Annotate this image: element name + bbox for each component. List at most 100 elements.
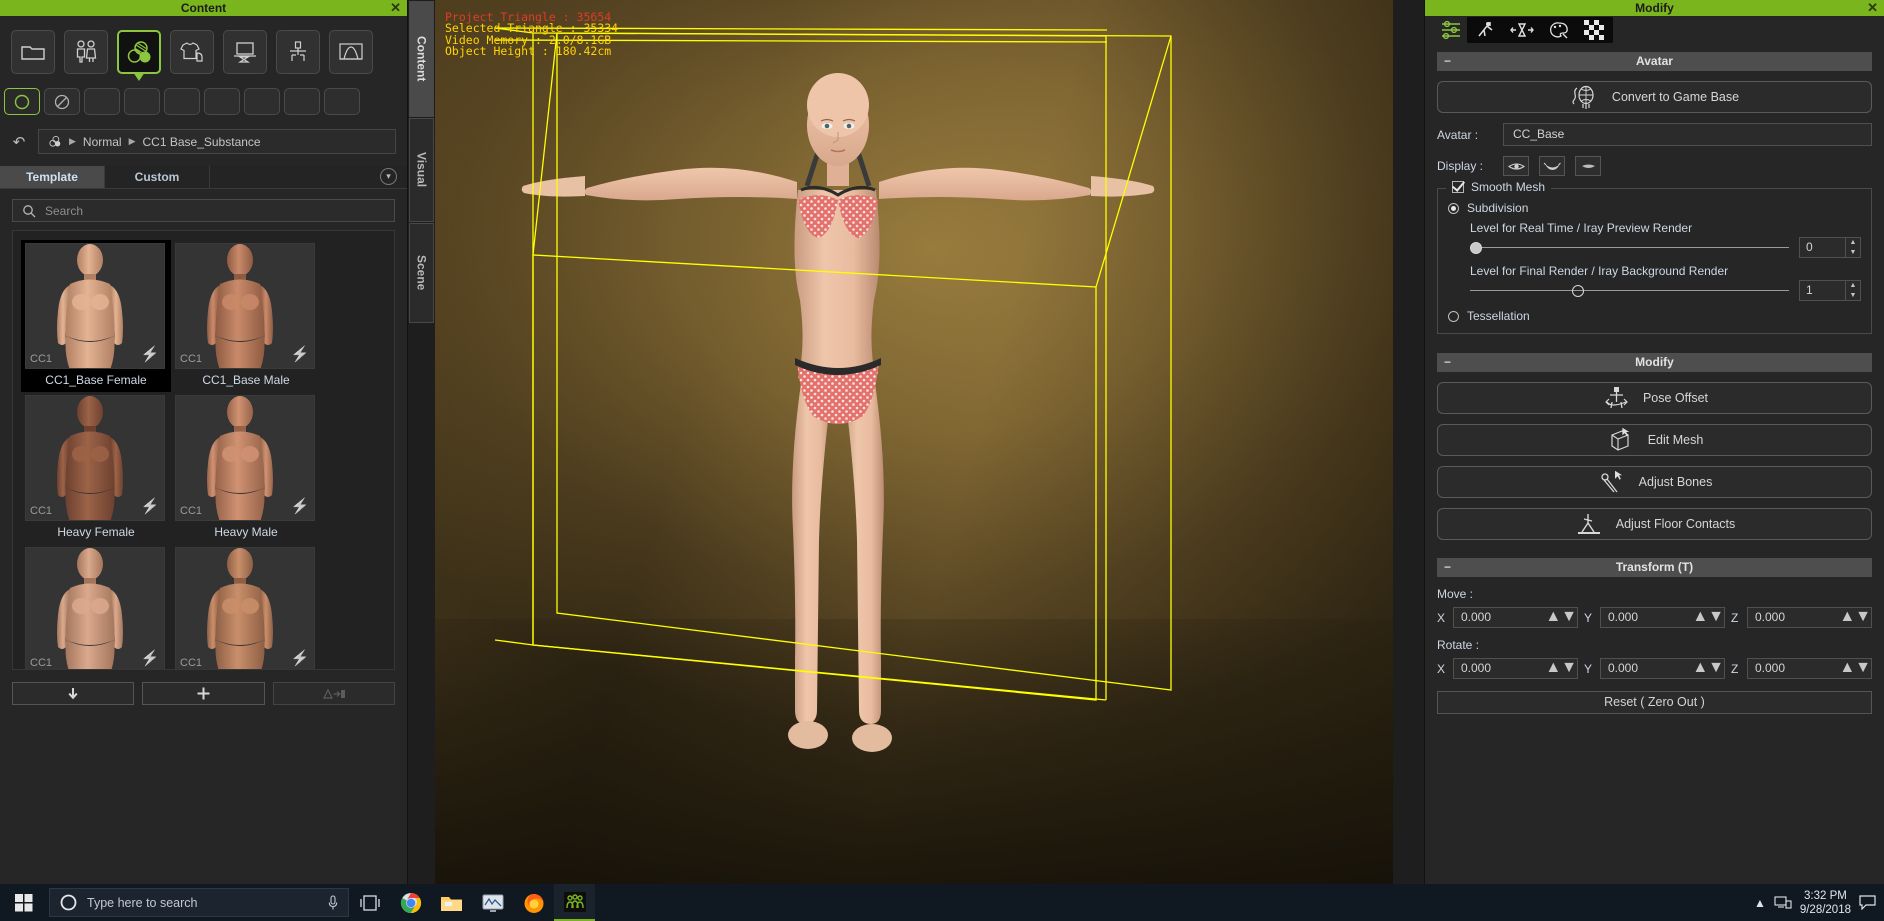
subdivision-radio-row[interactable]: Subdivision	[1448, 201, 1861, 215]
checker-texture-icon[interactable]	[1581, 18, 1607, 42]
spinner-up-icon[interactable]: ▲	[1545, 608, 1561, 625]
thumbnail-item[interactable]: CC1⚡Strong Female	[21, 544, 171, 669]
search-box[interactable]	[12, 199, 395, 222]
adjust-bones-button[interactable]: Adjust Bones	[1437, 466, 1872, 498]
minus-icon[interactable]: −	[1444, 558, 1451, 577]
task-view-icon[interactable]	[349, 884, 390, 921]
file-explorer-icon[interactable]	[431, 884, 472, 921]
edit-mesh-button[interactable]: Edit Mesh	[1437, 424, 1872, 456]
reset-zero-out-button[interactable]: Reset ( Zero Out )	[1437, 691, 1872, 714]
thumbnail-item[interactable]: CC1 ⚡ Heavy Male	[171, 392, 321, 544]
taskbar-search-placeholder[interactable]: Type here to search	[87, 896, 318, 910]
section-header-avatar[interactable]: − Avatar	[1437, 52, 1872, 71]
panel-resize-handle[interactable]: ••••••••	[435, 345, 438, 393]
rotate-x-value[interactable]: 0.000	[1454, 659, 1545, 678]
breadcrumb-segment-1[interactable]: CC1 Base_Substance	[143, 135, 261, 149]
windows-icon[interactable]	[0, 884, 47, 921]
spinner-up-icon[interactable]: ▲	[1839, 659, 1855, 676]
spinner-up-icon[interactable]: ▲	[1545, 659, 1561, 676]
close-icon[interactable]: ✕	[1867, 0, 1878, 16]
tessellation-radio[interactable]	[1448, 310, 1459, 322]
tessellation-radio-row[interactable]: Tessellation	[1448, 309, 1861, 323]
smooth-mesh-checkbox[interactable]	[1452, 181, 1464, 193]
eyelash-display-icon[interactable]	[1539, 156, 1565, 176]
category-cloth[interactable]	[170, 30, 214, 74]
realtime-slider-knob[interactable]	[1470, 241, 1482, 254]
adjust-floor-contacts-button[interactable]: Adjust Floor Contacts	[1437, 508, 1872, 540]
move-x-value[interactable]: 0.000	[1454, 608, 1545, 627]
subcategory-skin[interactable]	[4, 88, 40, 115]
chevron-down-circle-icon[interactable]: ▾	[380, 168, 397, 185]
subcategory-slot-4[interactable]	[124, 88, 160, 115]
close-icon[interactable]: ✕	[390, 0, 401, 16]
spinner-down-icon[interactable]: ▼	[1561, 659, 1577, 676]
spinner-down-icon[interactable]: ▼	[1561, 608, 1577, 625]
subcategory-slot-7[interactable]	[244, 88, 280, 115]
section-header-modify[interactable]: − Modify	[1437, 353, 1872, 372]
convert-to-game-base-button[interactable]: Convert to Game Base	[1437, 81, 1872, 113]
subcategory-slot-9[interactable]	[324, 88, 360, 115]
thumbnail-item[interactable]: CC1 ⚡ CC1_Base Male	[171, 240, 321, 392]
move-x-input[interactable]: 0.000 ▲▼	[1453, 607, 1578, 628]
thumbnail-item[interactable]: CC1⚡Strong Male	[171, 544, 321, 669]
subcategory-slot-3[interactable]	[84, 88, 120, 115]
rotate-z-input[interactable]: 0.000 ▲▼	[1747, 658, 1872, 679]
category-project-folder[interactable]	[11, 30, 55, 74]
minus-icon[interactable]: −	[1444, 353, 1451, 372]
spinner-down-icon[interactable]: ▼	[1855, 608, 1871, 625]
category-prop[interactable]	[223, 30, 267, 74]
spinner-down-icon[interactable]: ▼	[1708, 659, 1724, 676]
tab-custom[interactable]: Custom	[105, 166, 210, 188]
appearance-palette-icon[interactable]	[1545, 18, 1571, 42]
spinner-down-icon[interactable]: ▼	[1855, 659, 1871, 676]
vtab-content[interactable]: Content	[409, 1, 434, 117]
spinner-up-icon[interactable]: ▲	[1692, 659, 1708, 676]
template-thumbnail-list[interactable]: CC1 ⚡ CC1_Base Female CC1 ⚡ CC1_Base Male CC1 ⚡…	[12, 230, 395, 670]
vtab-visual[interactable]: Visual	[409, 118, 434, 222]
thumbnail-item[interactable]: CC1 ⚡ CC1_Base Female	[21, 240, 171, 392]
realtime-level-value[interactable]: 0	[1800, 238, 1845, 257]
eye-display-icon[interactable]	[1503, 156, 1529, 176]
spinner-down-icon[interactable]: ▼	[1708, 608, 1724, 625]
mouth-display-icon[interactable]	[1575, 156, 1601, 176]
network-icon[interactable]	[1774, 895, 1792, 910]
spinner-up-icon[interactable]: ▲	[1846, 238, 1860, 248]
3d-viewport[interactable]: Project Triangle : 35654 Selected Triang…	[435, 0, 1393, 884]
move-z-value[interactable]: 0.000	[1748, 608, 1839, 627]
category-motion[interactable]	[276, 30, 320, 74]
tab-template[interactable]: Template	[0, 166, 105, 188]
section-header-transform[interactable]: − Transform (T)	[1437, 558, 1872, 577]
rotate-y-value[interactable]: 0.000	[1601, 659, 1692, 678]
spinner-down-icon[interactable]: ▼	[1846, 248, 1860, 258]
category-scene[interactable]	[329, 30, 373, 74]
avatar-3d-model[interactable]	[435, 0, 1393, 884]
download-button[interactable]	[12, 682, 135, 705]
rotate-x-input[interactable]: 0.000 ▲▼	[1453, 658, 1578, 679]
category-material[interactable]	[117, 30, 161, 81]
vtab-scene[interactable]: Scene	[409, 223, 434, 323]
microphone-icon[interactable]	[328, 894, 338, 911]
category-avatar[interactable]	[64, 30, 108, 74]
move-y-value[interactable]: 0.000	[1601, 608, 1692, 627]
smooth-mesh-legend[interactable]: Smooth Mesh	[1446, 180, 1552, 194]
minus-icon[interactable]: −	[1444, 52, 1451, 71]
breadcrumb[interactable]: ▶ Normal ▶ CC1 Base_Substance	[38, 129, 396, 154]
show-hidden-icons-icon[interactable]: ▲	[1754, 896, 1766, 910]
chrome-icon[interactable]	[390, 884, 431, 921]
pose-offset-button[interactable]: Pose Offset	[1437, 382, 1872, 414]
modify-sliders-icon[interactable]	[1437, 17, 1467, 43]
move-y-input[interactable]: 0.000 ▲▼	[1600, 607, 1725, 628]
character-creator-icon[interactable]	[554, 884, 595, 921]
pose-icon[interactable]	[1473, 18, 1499, 42]
move-z-input[interactable]: 0.000 ▲▼	[1747, 607, 1872, 628]
subcategory-none[interactable]	[44, 88, 80, 115]
search-input[interactable]	[45, 203, 385, 218]
action-center-icon[interactable]	[1859, 895, 1876, 910]
final-level-spinner[interactable]: 1 ▲ ▼	[1799, 280, 1861, 301]
taskbar-clock[interactable]: 3:32 PM 9/28/2018	[1800, 889, 1851, 917]
final-slider-knob[interactable]	[1572, 284, 1585, 297]
media-player-icon[interactable]	[472, 884, 513, 921]
spinner-up-icon[interactable]: ▲	[1839, 608, 1855, 625]
spinner-down-icon[interactable]: ▼	[1846, 291, 1860, 301]
spinner-up-icon[interactable]: ▲	[1846, 281, 1860, 291]
